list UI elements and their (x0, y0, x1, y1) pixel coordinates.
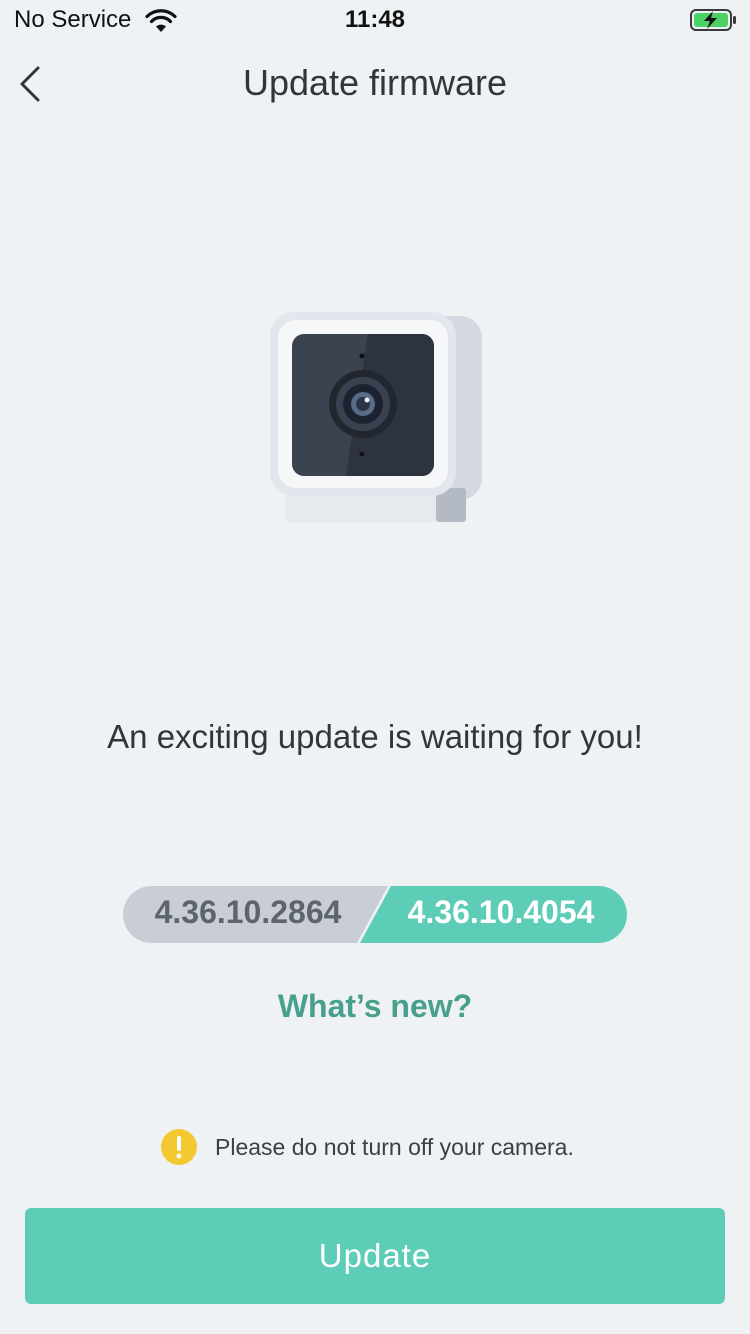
update-button[interactable]: Update (25, 1208, 725, 1304)
whats-new-link[interactable]: What’s new? (0, 988, 750, 1025)
version-comparison: 4.36.10.2864 4.36.10.4054 (123, 886, 627, 943)
warning-notice: Please do not turn off your camera. (160, 1128, 620, 1168)
update-headline: An exciting update is waiting for you! (107, 718, 643, 755)
page-title: Update firmware (242, 62, 508, 103)
camera-illustration (270, 312, 482, 522)
status-bar: No Service 11:48 (0, 0, 750, 42)
warning-text: Please do not turn off your camera. (215, 1134, 574, 1160)
nav-bar: Update firmware (0, 42, 750, 126)
warning-icon (161, 1129, 197, 1165)
current-version: 4.36.10.2864 (154, 894, 342, 930)
clock: 11:48 (344, 6, 406, 33)
battery-charging-icon (690, 9, 736, 31)
new-version: 4.36.10.4054 (407, 894, 595, 930)
